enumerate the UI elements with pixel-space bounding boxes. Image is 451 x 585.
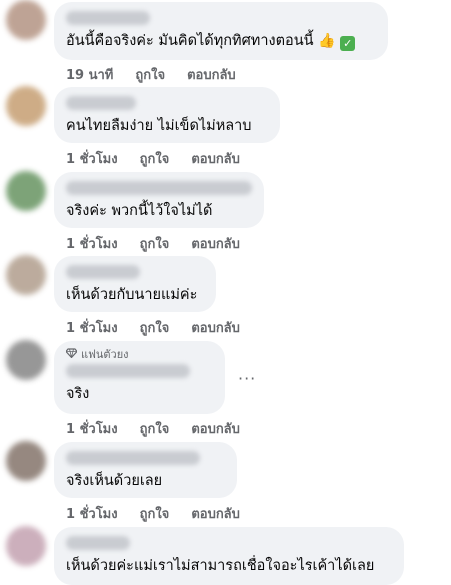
author-name[interactable] xyxy=(66,536,130,550)
comment-bubble: จริงเห็นด้วยเลย xyxy=(54,442,237,498)
comment-bubble: จริงค่ะ พวกนี้ไว้ใจไม่ได้ xyxy=(54,172,264,228)
reply-button[interactable]: ตอบกลับ xyxy=(191,503,240,524)
avatar[interactable] xyxy=(6,86,46,126)
avatar[interactable] xyxy=(6,526,46,566)
comment-text: จริงค่ะ พวกนี้ไว้ใจไม่ได้ xyxy=(66,203,213,219)
avatar[interactable] xyxy=(6,441,46,481)
author-name[interactable] xyxy=(66,451,200,465)
author-name[interactable] xyxy=(66,96,136,110)
comment-bubble: คนไทยลืมง่าย ไม่เข็ดไม่หลาบ xyxy=(54,87,280,143)
comment-actions: 1 ชั่วโมง ถูกใจ ตอบกลับ xyxy=(66,317,240,338)
like-button[interactable]: ถูกใจ xyxy=(140,503,170,524)
avatar[interactable] xyxy=(6,0,46,40)
reply-button[interactable]: ตอบกลับ xyxy=(191,317,240,338)
avatar[interactable] xyxy=(6,255,46,295)
diamond-icon xyxy=(65,348,78,361)
like-button[interactable]: ถูกใจ xyxy=(140,418,170,439)
avatar[interactable] xyxy=(6,340,46,380)
comment-text: จริงเห็นด้วยเลย xyxy=(66,473,163,489)
reply-button[interactable]: ตอบกลับ xyxy=(191,148,240,169)
author-name[interactable] xyxy=(66,11,150,25)
like-button[interactable]: ถูกใจ xyxy=(140,233,170,254)
comment-text-row: อันนี้คือจริงค่ะ มันคิดได้ทุกทิศทางตอนนี… xyxy=(66,31,376,51)
timestamp[interactable]: 1 ชั่วโมง xyxy=(66,503,118,524)
top-fan-badge: แฟนตัวยง xyxy=(65,348,213,361)
comment-bubble: เห็นด้วยกับนายแม่ค่ะ xyxy=(54,256,216,312)
comment-actions: 1 ชั่วโมง ถูกใจ ตอบกลับ xyxy=(66,233,240,254)
reply-button[interactable]: ตอบกลับ xyxy=(191,418,240,439)
timestamp[interactable]: 1 ชั่วโมง xyxy=(66,148,118,169)
comment-text: เห็นด้วยกับนายแม่ค่ะ xyxy=(66,287,198,303)
author-name[interactable] xyxy=(66,181,252,195)
badge-label: แฟนตัวยง xyxy=(81,348,129,361)
comment-actions: 1 ชั่วโมง ถูกใจ ตอบกลับ xyxy=(66,418,240,439)
author-name[interactable] xyxy=(66,364,190,378)
like-button[interactable]: ถูกใจ xyxy=(140,317,170,338)
comment-bubble: อันนี้คือจริงค่ะ มันคิดได้ทุกทิศทางตอนนี… xyxy=(54,2,388,60)
comment-bubble: แฟนตัวยง จริง xyxy=(54,341,225,414)
comment-bubble: เห็นด้วยค่ะแม่เราไม่สามารถเชื่อใจอะไรเค้… xyxy=(54,527,404,585)
reply-button[interactable]: ตอบกลับ xyxy=(187,64,236,85)
comment-text: คนไทยลืมง่าย ไม่เข็ดไม่หลาบ xyxy=(66,118,252,134)
comment-actions: 1 ชั่วโมง ถูกใจ ตอบกลับ xyxy=(66,503,240,524)
reply-button[interactable]: ตอบกลับ xyxy=(191,233,240,254)
like-button[interactable]: ถูกใจ xyxy=(135,64,165,85)
comment-actions: 1 ชั่วโมง ถูกใจ ตอบกลับ xyxy=(66,148,240,169)
comment-actions: 19 นาที ถูกใจ ตอบกลับ xyxy=(66,64,236,85)
comment-text: เห็นด้วยค่ะแม่เราไม่สามารถเชื่อใจอะไรเค้… xyxy=(66,558,375,574)
comment-text: อันนี้คือจริงค่ะ มันคิดได้ทุกทิศทางตอนนี… xyxy=(66,33,314,49)
thumbs-up-icon: 👍 xyxy=(318,33,336,49)
check-mark-icon: ✓ xyxy=(340,36,356,51)
more-options-icon[interactable]: ··· xyxy=(238,369,256,388)
author-name[interactable] xyxy=(66,265,140,279)
like-button[interactable]: ถูกใจ xyxy=(140,148,170,169)
timestamp[interactable]: 1 ชั่วโมง xyxy=(66,418,118,439)
timestamp[interactable]: 1 ชั่วโมง xyxy=(66,233,118,254)
timestamp[interactable]: 19 นาที xyxy=(66,64,113,85)
comment-text: จริง xyxy=(66,386,90,402)
avatar[interactable] xyxy=(6,171,46,211)
timestamp[interactable]: 1 ชั่วโมง xyxy=(66,317,118,338)
